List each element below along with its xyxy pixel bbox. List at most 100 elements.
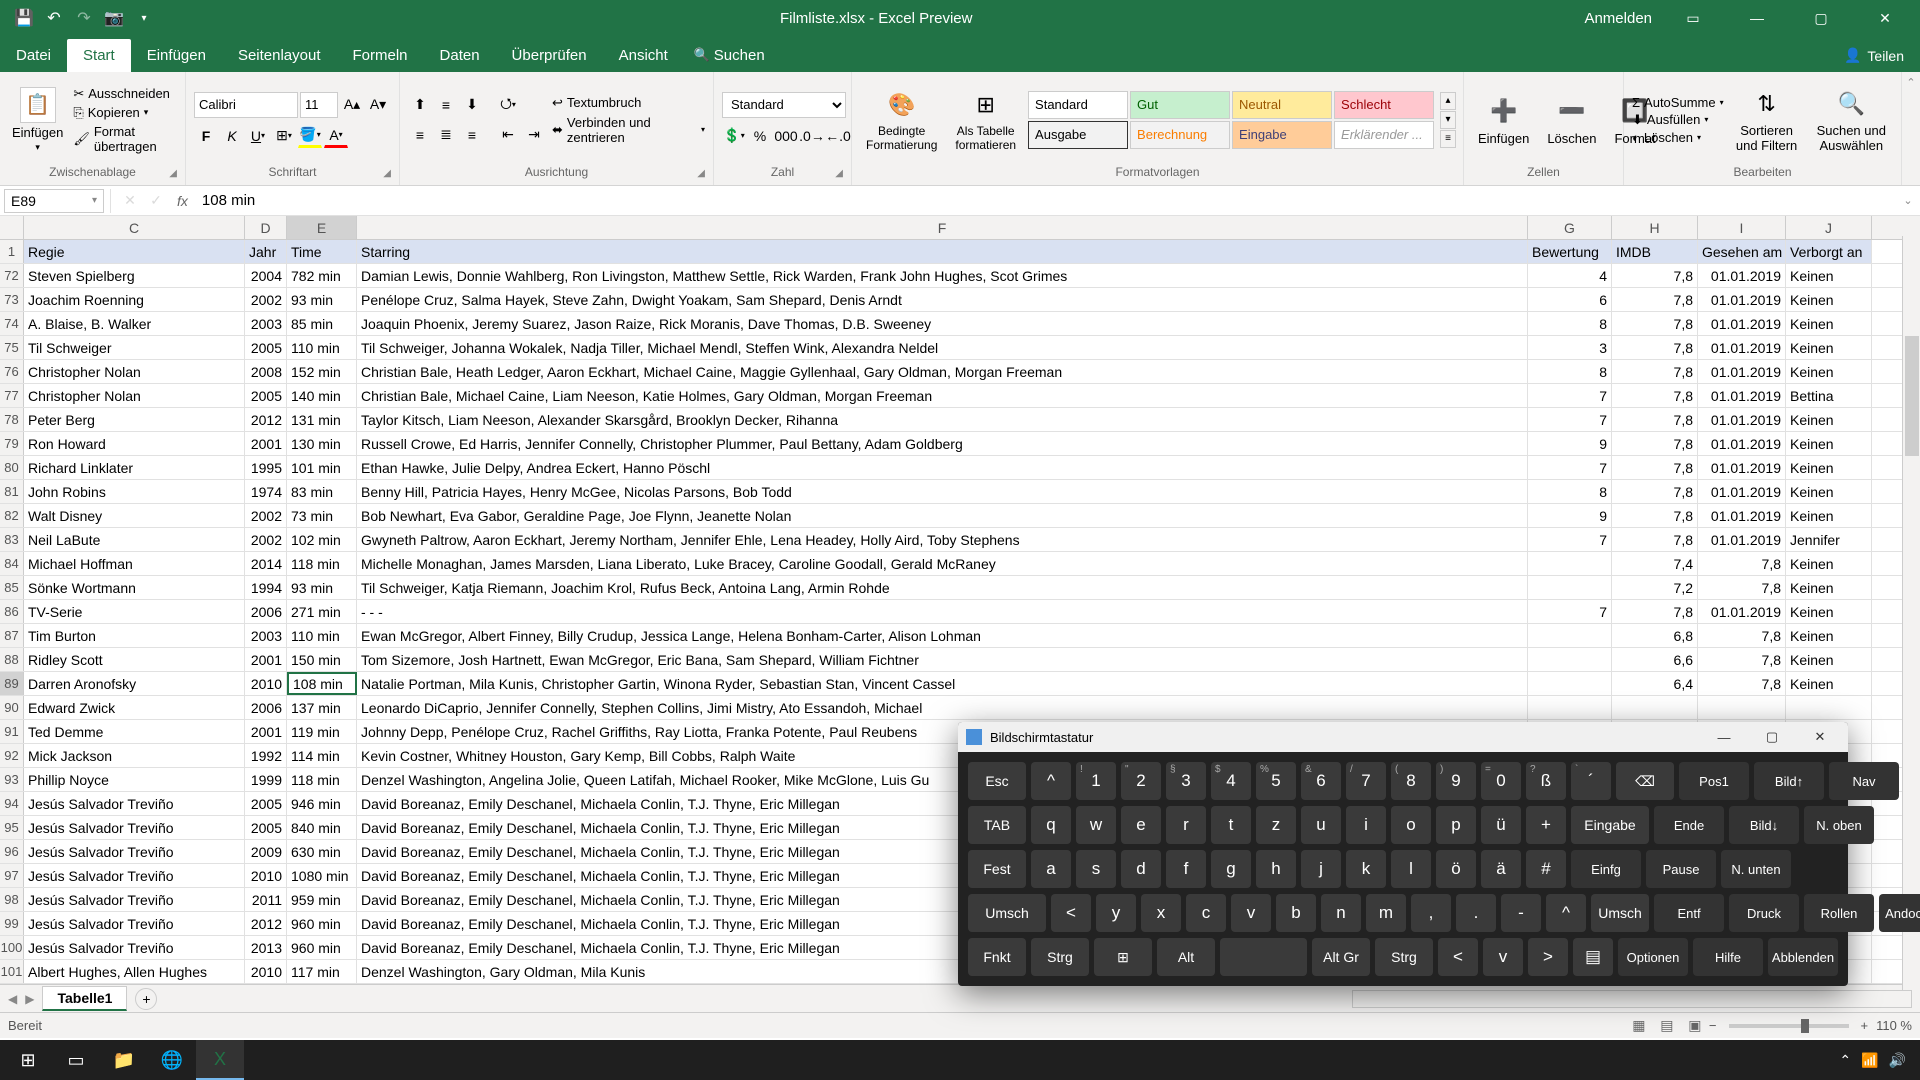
cell[interactable]: 93 min xyxy=(287,288,357,311)
cell[interactable]: 960 min xyxy=(287,912,357,935)
cell[interactable]: 7,8 xyxy=(1612,408,1698,431)
cell[interactable]: 2005 xyxy=(245,336,287,359)
cell[interactable]: 01.01.2019 xyxy=(1698,504,1786,527)
edge-icon[interactable]: 🌐 xyxy=(148,1040,196,1080)
cell[interactable]: 01.01.2019 xyxy=(1698,360,1786,383)
cell[interactable]: Gwyneth Paltrow, Aaron Eckhart, Jeremy N… xyxy=(357,528,1528,551)
cell[interactable]: 01.01.2019 xyxy=(1698,480,1786,503)
touch-icon[interactable]: 📷 xyxy=(102,6,126,30)
clear-button[interactable]: ◐Löschen▾ xyxy=(1632,130,1724,145)
row-header[interactable]: 97 xyxy=(0,864,24,887)
cell[interactable]: 7,8 xyxy=(1612,600,1698,623)
col-header-c[interactable]: C xyxy=(24,216,245,239)
cell[interactable]: Ewan McGregor, Albert Finney, Billy Crud… xyxy=(357,624,1528,647)
cell[interactable]: 2002 xyxy=(245,288,287,311)
tab-start[interactable]: Start xyxy=(67,39,131,72)
osk-nav-key[interactable]: Einfg xyxy=(1571,850,1641,888)
cell[interactable]: 01.01.2019 xyxy=(1698,288,1786,311)
cell[interactable]: A. Blaise, B. Walker xyxy=(24,312,245,335)
osk-key[interactable]: ⊞ xyxy=(1094,938,1152,976)
cell[interactable]: 960 min xyxy=(287,936,357,959)
osk-spacebar[interactable] xyxy=(1220,938,1307,976)
osk-key[interactable]: n xyxy=(1321,894,1361,932)
osk-key[interactable]: ^ xyxy=(1546,894,1586,932)
format-painter-button[interactable]: 🖌Format übertragen xyxy=(73,124,177,154)
cell[interactable]: Til Schweiger xyxy=(24,336,245,359)
cell[interactable]: Keinen xyxy=(1786,312,1872,335)
cell[interactable]: Walt Disney xyxy=(24,504,245,527)
cell[interactable]: Tim Burton xyxy=(24,624,245,647)
cell[interactable]: Keinen xyxy=(1786,480,1872,503)
col-header-g[interactable]: G xyxy=(1528,216,1612,239)
row-header[interactable]: 81 xyxy=(0,480,24,503)
row-header[interactable]: 100 xyxy=(0,936,24,959)
cell[interactable]: Mick Jackson xyxy=(24,744,245,767)
maximize-icon[interactable]: ▢ xyxy=(1798,0,1844,36)
currency-icon[interactable]: 💲▾ xyxy=(722,124,746,148)
cell[interactable]: 7,8 xyxy=(1612,264,1698,287)
tab-layout[interactable]: Seitenlayout xyxy=(222,39,337,72)
header-verborgt[interactable]: Verborgt an xyxy=(1786,240,1872,263)
sort-filter-button[interactable]: ⇅Sortieren und Filtern xyxy=(1730,84,1804,155)
cell[interactable]: 3 xyxy=(1528,336,1612,359)
cell[interactable]: 119 min xyxy=(287,720,357,743)
cell[interactable]: 102 min xyxy=(287,528,357,551)
cell[interactable]: 2004 xyxy=(245,264,287,287)
cell[interactable]: 2003 xyxy=(245,312,287,335)
osk-key[interactable]: Alt Gr xyxy=(1312,938,1370,976)
osk-key[interactable]: ä xyxy=(1481,850,1521,888)
cell[interactable]: Michael Hoffman xyxy=(24,552,245,575)
osk-key[interactable]: ⌫ xyxy=(1616,762,1674,800)
cell[interactable]: 7,8 xyxy=(1612,504,1698,527)
cell[interactable]: 7,8 xyxy=(1612,288,1698,311)
osk-key[interactable]: k xyxy=(1346,850,1386,888)
style-berechnung[interactable]: Berechnung xyxy=(1130,121,1230,149)
cell[interactable]: Keinen xyxy=(1786,576,1872,599)
header-time[interactable]: Time xyxy=(287,240,357,263)
borders-button[interactable]: ⊞▾ xyxy=(272,124,296,148)
cell[interactable]: TV-Serie xyxy=(24,600,245,623)
cell[interactable]: 101 min xyxy=(287,456,357,479)
cell[interactable]: 01.01.2019 xyxy=(1698,456,1786,479)
task-view-icon[interactable]: ▭ xyxy=(52,1040,100,1080)
osk-key[interactable]: Strg xyxy=(1031,938,1089,976)
cell[interactable]: Jesús Salvador Treviño xyxy=(24,888,245,911)
cell[interactable]: Keinen xyxy=(1786,552,1872,575)
cell[interactable]: Richard Linklater xyxy=(24,456,245,479)
cell[interactable]: 2001 xyxy=(245,432,287,455)
cell[interactable]: 7,8 xyxy=(1612,528,1698,551)
fill-color-button[interactable]: 🪣▾ xyxy=(298,124,322,148)
cut-button[interactable]: ✂Ausschneiden xyxy=(73,86,177,102)
osk-key[interactable]: Eingabe xyxy=(1571,806,1649,844)
normal-view-icon[interactable]: ▦ xyxy=(1625,1016,1653,1036)
cell[interactable]: 2012 xyxy=(245,408,287,431)
cell[interactable] xyxy=(1528,552,1612,575)
cell[interactable]: 946 min xyxy=(287,792,357,815)
osk-nav-key[interactable]: Pos1 xyxy=(1679,762,1749,800)
font-launcher-icon[interactable]: ◢ xyxy=(383,168,391,179)
cell[interactable]: 7,8 xyxy=(1698,672,1786,695)
orientation-icon[interactable]: ⭯▾ xyxy=(496,93,520,117)
osk-nav-key[interactable]: Pause xyxy=(1646,850,1716,888)
cell[interactable]: Til Schweiger, Katja Riemann, Joachim Kr… xyxy=(357,576,1528,599)
share-button[interactable]: 👤Teilen xyxy=(1828,39,1920,72)
osk-key[interactable]: , xyxy=(1411,894,1451,932)
style-standard[interactable]: Standard xyxy=(1028,91,1128,119)
cell[interactable]: Natalie Portman, Mila Kunis, Christopher… xyxy=(357,672,1528,695)
row-header[interactable]: 78 xyxy=(0,408,24,431)
osk-key[interactable]: 1! xyxy=(1076,762,1116,800)
align-top-icon[interactable]: ⬆ xyxy=(408,93,432,117)
cell[interactable]: 4 xyxy=(1528,264,1612,287)
row-header[interactable]: 90 xyxy=(0,696,24,719)
cell[interactable]: 7,8 xyxy=(1612,456,1698,479)
tab-data[interactable]: Daten xyxy=(424,39,496,72)
osk-nav-key[interactable]: Entf xyxy=(1654,894,1724,932)
align-right-icon[interactable]: ≡ xyxy=(460,123,484,147)
cell[interactable]: Peter Berg xyxy=(24,408,245,431)
row-header[interactable]: 73 xyxy=(0,288,24,311)
osk-key[interactable]: a xyxy=(1031,850,1071,888)
cell[interactable]: 7,8 xyxy=(1698,648,1786,671)
tray-network-icon[interactable]: 📶 xyxy=(1861,1052,1878,1069)
osk-key[interactable]: h xyxy=(1256,850,1296,888)
cell[interactable]: 140 min xyxy=(287,384,357,407)
